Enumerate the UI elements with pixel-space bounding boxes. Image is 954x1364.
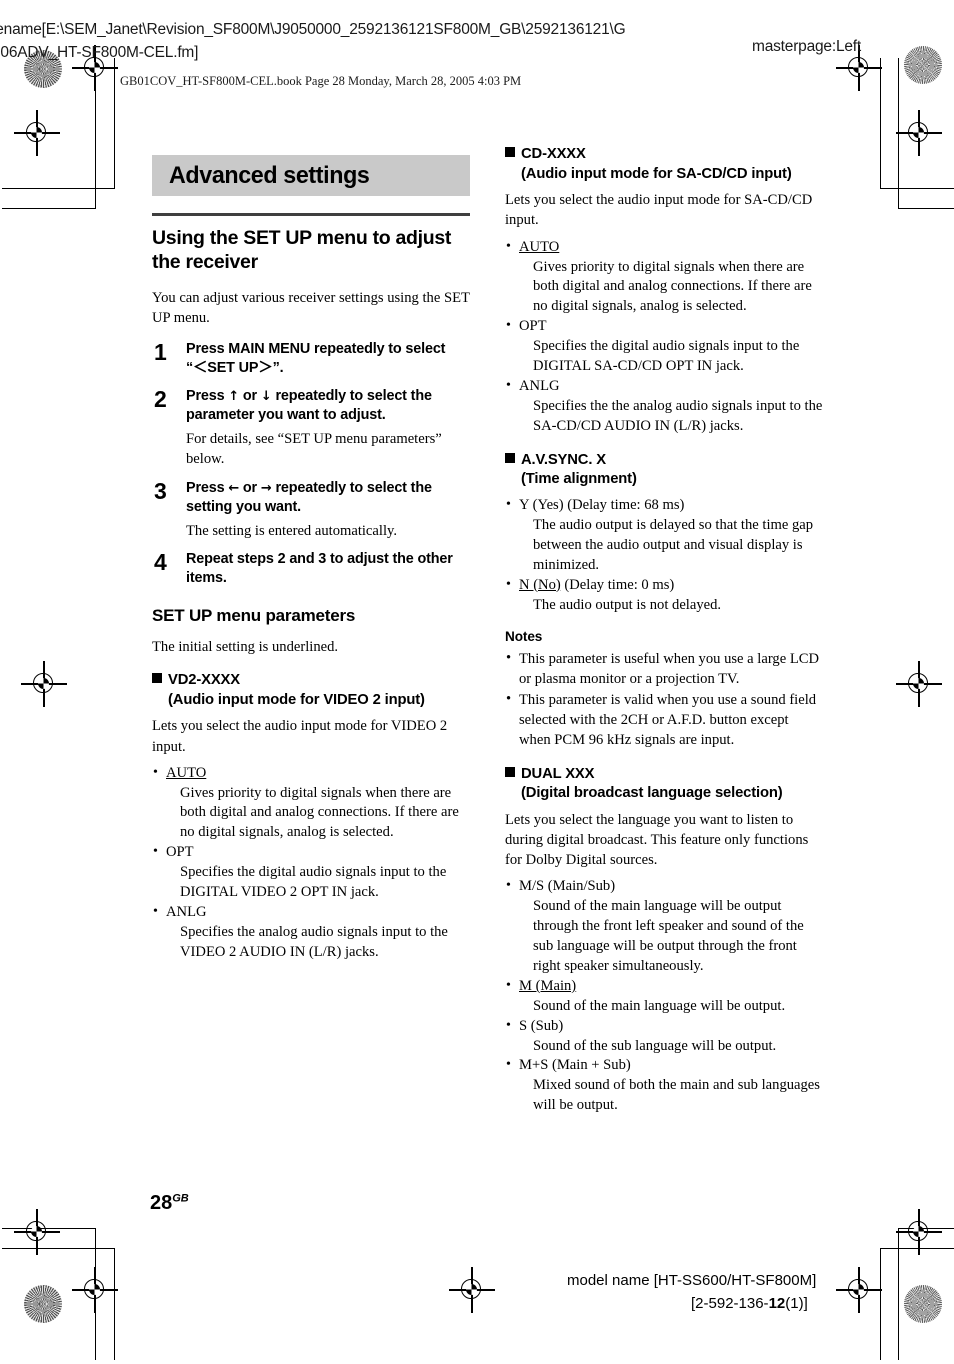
param-avsync-option-1-desc: The audio output is not delayed.: [533, 596, 722, 613]
list-item: OPT Specifies the digital audio signals …: [152, 842, 470, 903]
param-dual-title: DUAL XXX: [521, 765, 595, 782]
param-cd-option-0-label: AUTO: [519, 238, 560, 255]
step-1: 1 Press MAIN MENU repeatedly to select “…: [152, 339, 470, 378]
step-4: 4 Repeat steps 2 and 3 to adjust the oth…: [152, 548, 470, 588]
step-3-text-mid: or: [239, 479, 261, 496]
notes-list: This parameter is useful when you use a …: [505, 648, 823, 751]
param-dual-option-3-desc: Mixed sound of both the main and sub lan…: [533, 1077, 820, 1114]
param-cd-intro: Lets you select the audio input mode for…: [505, 192, 813, 229]
param-cd-title: CD-XXXX: [521, 146, 586, 162]
param-cd-option-1-desc: Specifies the digital audio signals inpu…: [533, 338, 800, 375]
square-bullet-icon: [505, 452, 515, 463]
section-divider-rule: [152, 213, 470, 217]
param-avsync-option-0-desc: The audio output is delayed so that the …: [533, 516, 814, 573]
step-3-text-before: Press: [186, 479, 229, 496]
arrow-down-icon: ↓: [260, 389, 272, 405]
step-3-number: 3: [154, 477, 167, 504]
step-3-text: Press ← or → repeatedly to select the se…: [186, 479, 470, 517]
param-avsync-title: A.V.SYNC. X: [521, 451, 606, 468]
param-cd-subtitle: (Audio input mode for SA-CD/CD input): [521, 165, 792, 182]
param-avsync-option-list: Y (Yes) (Delay time: 68 ms) The audio ou…: [505, 495, 823, 616]
param-heading-vd2: VD2-XXXX (Audio input mode for VIDEO 2 i…: [152, 671, 470, 710]
list-item: M+S (Main + Sub) Mixed sound of both the…: [505, 1055, 823, 1116]
step-3: 3 Press ← or → repeatedly to select the …: [152, 477, 470, 517]
param-cd-option-1-label: OPT: [519, 318, 547, 335]
parameters-heading: SET UP menu parameters: [152, 605, 356, 625]
section-title: Using the SET UP menu to adjust the rece…: [152, 227, 452, 274]
chapter-title-banner: Advanced settings: [152, 155, 470, 196]
param-dual-subtitle: (Digital broadcast language selection): [521, 785, 783, 802]
step-4-number: 4: [154, 548, 167, 575]
square-bullet-icon: [505, 766, 515, 777]
step-2-text-mid: or: [239, 388, 261, 405]
section-intro-paragraph: You can adjust various receiver settings…: [152, 289, 470, 327]
right-column: CD-XXXX (Audio input mode for SA-CD/CD i…: [505, 145, 823, 1116]
param-dual-option-list: M/S (Main/Sub) Sound of the main languag…: [505, 876, 823, 1116]
page-number: 28: [150, 1192, 173, 1214]
list-item: AUTO Gives priority to digital signals w…: [505, 237, 823, 318]
list-item: M (Main) Sound of the main language will…: [505, 976, 823, 1017]
chapter-title: Advanced settings: [169, 161, 370, 189]
step-2-text-before: Press: [186, 388, 229, 405]
param-vd2-option-0-label: AUTO: [166, 764, 207, 781]
param-avsync-option-0-label: Y (Yes) (Delay time: 68 ms): [519, 497, 685, 513]
step-2-number: 2: [154, 386, 167, 413]
param-vd2-option-2-label: ANLG: [166, 903, 207, 920]
step-2-text: Press ↑ or ↓ repeatedly to select the pa…: [186, 387, 470, 425]
param-cd-option-2-desc: Specifies the the analog audio signals i…: [533, 397, 823, 434]
list-item: S (Sub) Sound of the sub language will b…: [505, 1016, 823, 1057]
param-vd2-title: VD2-XXXX: [168, 672, 240, 689]
folio-locale: GB: [172, 1192, 189, 1205]
step-1-text: Press MAIN MENU repeatedly to select “＜S…: [186, 341, 446, 377]
list-item: N (No) (Delay time: 0 ms) The audio outp…: [505, 575, 823, 616]
arrow-left-icon: ←: [228, 480, 240, 496]
list-item: This parameter is useful when you use a …: [505, 648, 823, 689]
param-dual-option-0-desc: Sound of the main language will be outpu…: [533, 898, 804, 974]
manual-page: Advanced settings Using the SET UP menu …: [0, 0, 954, 1364]
param-avsync-option-1-label-tail: (Delay time: 0 ms): [560, 576, 675, 593]
step-4-text: Repeat steps 2 and 3 to adjust the other…: [186, 550, 453, 586]
param-dual-option-0-label: M/S (Main/Sub): [519, 878, 616, 895]
param-avsync-option-1-label: N (No): [519, 576, 561, 593]
param-vd2-option-1-label: OPT: [166, 844, 194, 861]
square-bullet-icon: [152, 673, 162, 684]
param-vd2-option-0-desc: Gives priority to digital signals when t…: [180, 784, 459, 841]
param-vd2-subtitle: (Audio input mode for VIDEO 2 input): [168, 691, 425, 708]
param-heading-avsync: A.V.SYNC. X (Time alignment): [505, 451, 823, 490]
step-2-note: For details, see “SET UP menu parameters…: [186, 431, 442, 468]
left-column: Advanced settings Using the SET UP menu …: [152, 155, 470, 963]
step-1-number: 1: [154, 339, 167, 366]
page-folio: 28GB: [150, 1192, 189, 1215]
param-heading-dual: DUAL XXX (Digital broadcast language sel…: [505, 765, 823, 804]
list-item: OPT Specifies the digital audio signals …: [505, 316, 823, 377]
list-item: Y (Yes) (Delay time: 68 ms) The audio ou…: [505, 495, 823, 576]
list-item: ANLG Specifies the analog audio signals …: [152, 902, 470, 963]
param-heading-cd: CD-XXXX (Audio input mode for SA-CD/CD i…: [505, 145, 823, 184]
list-item: AUTO Gives priority to digital signals w…: [152, 763, 470, 844]
param-dual-option-1-desc: Sound of the main language will be outpu…: [533, 997, 786, 1014]
param-vd2-option-1-desc: Specifies the digital audio signals inpu…: [180, 864, 447, 901]
parameters-intro: The initial setting is underlined.: [152, 638, 339, 655]
param-vd2-option-list: AUTO Gives priority to digital signals w…: [152, 763, 470, 963]
arrow-right-icon: →: [260, 480, 272, 496]
list-item: ANLG Specifies the the analog audio sign…: [505, 376, 823, 437]
param-avsync-subtitle: (Time alignment): [521, 471, 637, 488]
arrow-up-icon: ↑: [228, 389, 240, 405]
param-dual-option-1-label: M (Main): [519, 977, 577, 994]
param-cd-option-list: AUTO Gives priority to digital signals w…: [505, 237, 823, 437]
square-bullet-icon: [505, 147, 515, 157]
param-dual-option-2-desc: Sound of the sub language will be output…: [533, 1037, 777, 1054]
step-3-note: The setting is entered automatically.: [186, 522, 397, 539]
param-vd2-intro: Lets you select the audio input mode for…: [152, 718, 448, 755]
param-cd-option-0-desc: Gives priority to digital signals when t…: [533, 258, 812, 315]
step-2: 2 Press ↑ or ↓ repeatedly to select the …: [152, 386, 470, 425]
param-dual-option-3-label: M+S (Main + Sub): [519, 1057, 631, 1074]
param-cd-option-2-label: ANLG: [519, 377, 560, 394]
notes-heading: Notes: [505, 629, 543, 645]
list-item: M/S (Main/Sub) Sound of the main languag…: [505, 876, 823, 977]
list-item: This parameter is valid when you use a s…: [505, 689, 823, 750]
param-dual-intro: Lets you select the language you want to…: [505, 811, 809, 869]
param-vd2-option-2-desc: Specifies the analog audio signals input…: [180, 923, 448, 960]
param-dual-option-2-label: S (Sub): [519, 1017, 564, 1034]
